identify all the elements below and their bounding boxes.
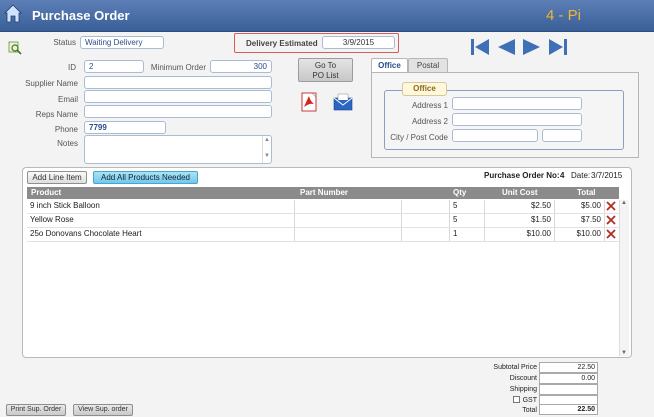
add-line-item-button[interactable]: Add Line Item [27, 171, 87, 184]
table-row[interactable]: 9 inch Stick Balloon 5 $2.50 $5.00 [27, 200, 619, 214]
print-sup-order-button[interactable]: Print Sup. Order [6, 404, 66, 416]
tab-office[interactable]: Office [371, 58, 408, 72]
header-record-indicator: 4 - Pi [546, 7, 582, 24]
qty-cell[interactable]: 5 [450, 214, 485, 227]
items-scrollbar[interactable]: ▲ ▼ [619, 200, 629, 356]
notes-scrollbar[interactable]: ▲ ▼ [262, 136, 271, 163]
col-total[interactable]: Total [577, 188, 596, 197]
col-unit-cost[interactable]: Unit Cost [502, 188, 538, 197]
postcode-field[interactable] [542, 129, 582, 142]
address2-field[interactable] [452, 113, 582, 126]
spacer-cell [402, 200, 450, 213]
total-field: 22.50 [539, 404, 598, 415]
city-postcode-label: City / Post Code [390, 133, 448, 142]
qty-cell[interactable]: 1 [450, 228, 485, 241]
notes-textarea[interactable] [84, 135, 272, 164]
goto-po-list-button[interactable]: Go To PO List [298, 58, 353, 82]
reps-label: Reps Name [35, 110, 78, 119]
col-qty[interactable]: Qty [453, 188, 466, 197]
col-product[interactable]: Product [31, 188, 61, 197]
items-grid-header: Product Part Number Qty Unit Cost Total [27, 187, 619, 199]
next-icon[interactable] [521, 37, 543, 57]
city-field[interactable] [452, 129, 538, 142]
address2-label: Address 2 [411, 117, 448, 126]
min-order-field[interactable]: 300 [210, 60, 272, 73]
discount-field[interactable]: 0.00 [539, 373, 598, 384]
product-cell[interactable]: 25o Donovans Chocolate Heart [27, 228, 295, 241]
spacer-cell [402, 228, 450, 241]
email-label: Email [57, 95, 78, 104]
pdf-icon[interactable] [301, 92, 317, 112]
notes-label: Notes [57, 139, 78, 148]
id-field[interactable]: 2 [84, 60, 144, 73]
date-label: Date: [571, 171, 591, 180]
unit-cost-cell[interactable]: $1.50 [485, 214, 555, 227]
delivery-date-field[interactable]: 3/9/2015 [322, 36, 395, 49]
mail-icon[interactable] [333, 92, 353, 112]
table-row[interactable]: Yellow Rose 5 $1.50 $7.50 [27, 214, 619, 228]
prev-icon[interactable] [495, 37, 517, 57]
first-icon[interactable] [469, 37, 491, 57]
po-number-value: 4 [560, 171, 565, 180]
phone-field[interactable]: 7799 [84, 121, 166, 134]
total-label: Total [522, 407, 537, 414]
spacer-cell [402, 214, 450, 227]
status-label: Status [53, 38, 76, 47]
row-divider [27, 241, 619, 242]
delete-icon[interactable] [606, 229, 616, 239]
scroll-up-icon[interactable]: ▲ [621, 200, 627, 206]
phone-label: Phone [54, 125, 78, 134]
subtotal-label: Subtotal Price [493, 364, 537, 371]
delivery-label: Delivery Estimated [246, 39, 318, 48]
total-cell: $5.00 [555, 200, 605, 213]
delete-icon[interactable] [606, 201, 616, 211]
page-title: Purchase Order [32, 8, 130, 23]
discount-label: Discount [509, 375, 537, 382]
min-order-label: Minimum Order [150, 63, 206, 72]
goto-line2: PO List [312, 71, 339, 80]
po-number-label: Purchase Order No: [484, 171, 560, 180]
scroll-down-icon[interactable]: ▼ [621, 350, 627, 356]
unit-cost-cell[interactable]: $10.00 [485, 228, 555, 241]
part-cell[interactable] [295, 200, 402, 213]
reps-field[interactable] [84, 105, 272, 118]
search-icon[interactable] [8, 41, 22, 55]
gst-label: GST [522, 397, 537, 404]
shipping-label: Shipping [509, 386, 537, 393]
product-cell[interactable]: 9 inch Stick Balloon [27, 200, 295, 213]
goto-line1: Go To [314, 61, 337, 70]
delete-icon[interactable] [606, 215, 616, 225]
add-all-products-button[interactable]: Add All Products Needed [93, 171, 198, 184]
supplier-field[interactable] [84, 76, 272, 89]
office-group-label: Office [402, 82, 447, 96]
delivery-estimated-group: Delivery Estimated 3/9/2015 [234, 33, 399, 53]
unit-cost-cell[interactable]: $2.50 [485, 200, 555, 213]
qty-cell[interactable]: 5 [450, 200, 485, 213]
view-sup-order-button[interactable]: View Sup. order [73, 404, 133, 416]
address1-field[interactable] [452, 97, 582, 110]
col-part-number[interactable]: Part Number [300, 188, 348, 197]
last-icon[interactable] [547, 37, 569, 57]
header-bar: Purchase Order 4 - Pi [0, 0, 654, 32]
status-field[interactable]: Waiting Delivery [80, 36, 164, 49]
home-icon[interactable] [4, 4, 22, 24]
total-cell: $7.50 [555, 214, 605, 227]
part-cell[interactable] [295, 228, 402, 241]
total-cell: $10.00 [555, 228, 605, 241]
date-value: 3/7/2015 [591, 171, 623, 180]
supplier-label: Supplier Name [25, 79, 78, 88]
shipping-field[interactable] [539, 384, 598, 395]
part-cell[interactable] [295, 214, 402, 227]
product-cell[interactable]: Yellow Rose [27, 214, 295, 227]
table-row[interactable]: 25o Donovans Chocolate Heart 1 $10.00 $1… [27, 228, 619, 242]
subtotal-field: 22.50 [539, 362, 598, 373]
email-field[interactable] [84, 90, 272, 103]
address1-label: Address 1 [411, 101, 448, 110]
id-label: ID [68, 63, 76, 72]
tab-postal[interactable]: Postal [408, 58, 448, 72]
address-panel: Office Address 1 Address 2 City / Post C… [371, 72, 639, 158]
